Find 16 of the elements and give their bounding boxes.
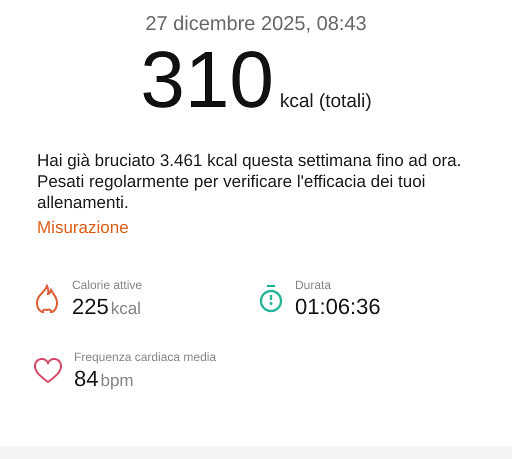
stopwatch-icon xyxy=(258,284,284,314)
stat-value: 225 xyxy=(72,294,109,320)
summary-text: Hai già bruciato 3.461 kcal questa settimana fino ad ora. Pesati regolarmente per verificare l'efficacia dei tuoi allenamenti. xyxy=(37,150,462,213)
stat-unit: bpm xyxy=(100,371,134,391)
total-calories: 310 xyxy=(140,40,274,120)
measurement-link[interactable]: Misurazione xyxy=(37,218,129,238)
date-time: 27 dicembre 2025, 08:43 xyxy=(144,12,368,36)
total-unit: kcal (totali) xyxy=(280,91,372,113)
stat-label: Durata xyxy=(295,278,332,292)
stat-unit: kcal xyxy=(110,299,141,319)
stat-value: 01:06:36 xyxy=(295,294,381,320)
flame-icon xyxy=(33,284,61,314)
stat-label: Frequenza cardiaca media xyxy=(74,350,216,364)
stat-value: 84 xyxy=(74,366,98,392)
stat-label: Calorie attive xyxy=(72,278,142,292)
heart-icon xyxy=(33,357,63,385)
